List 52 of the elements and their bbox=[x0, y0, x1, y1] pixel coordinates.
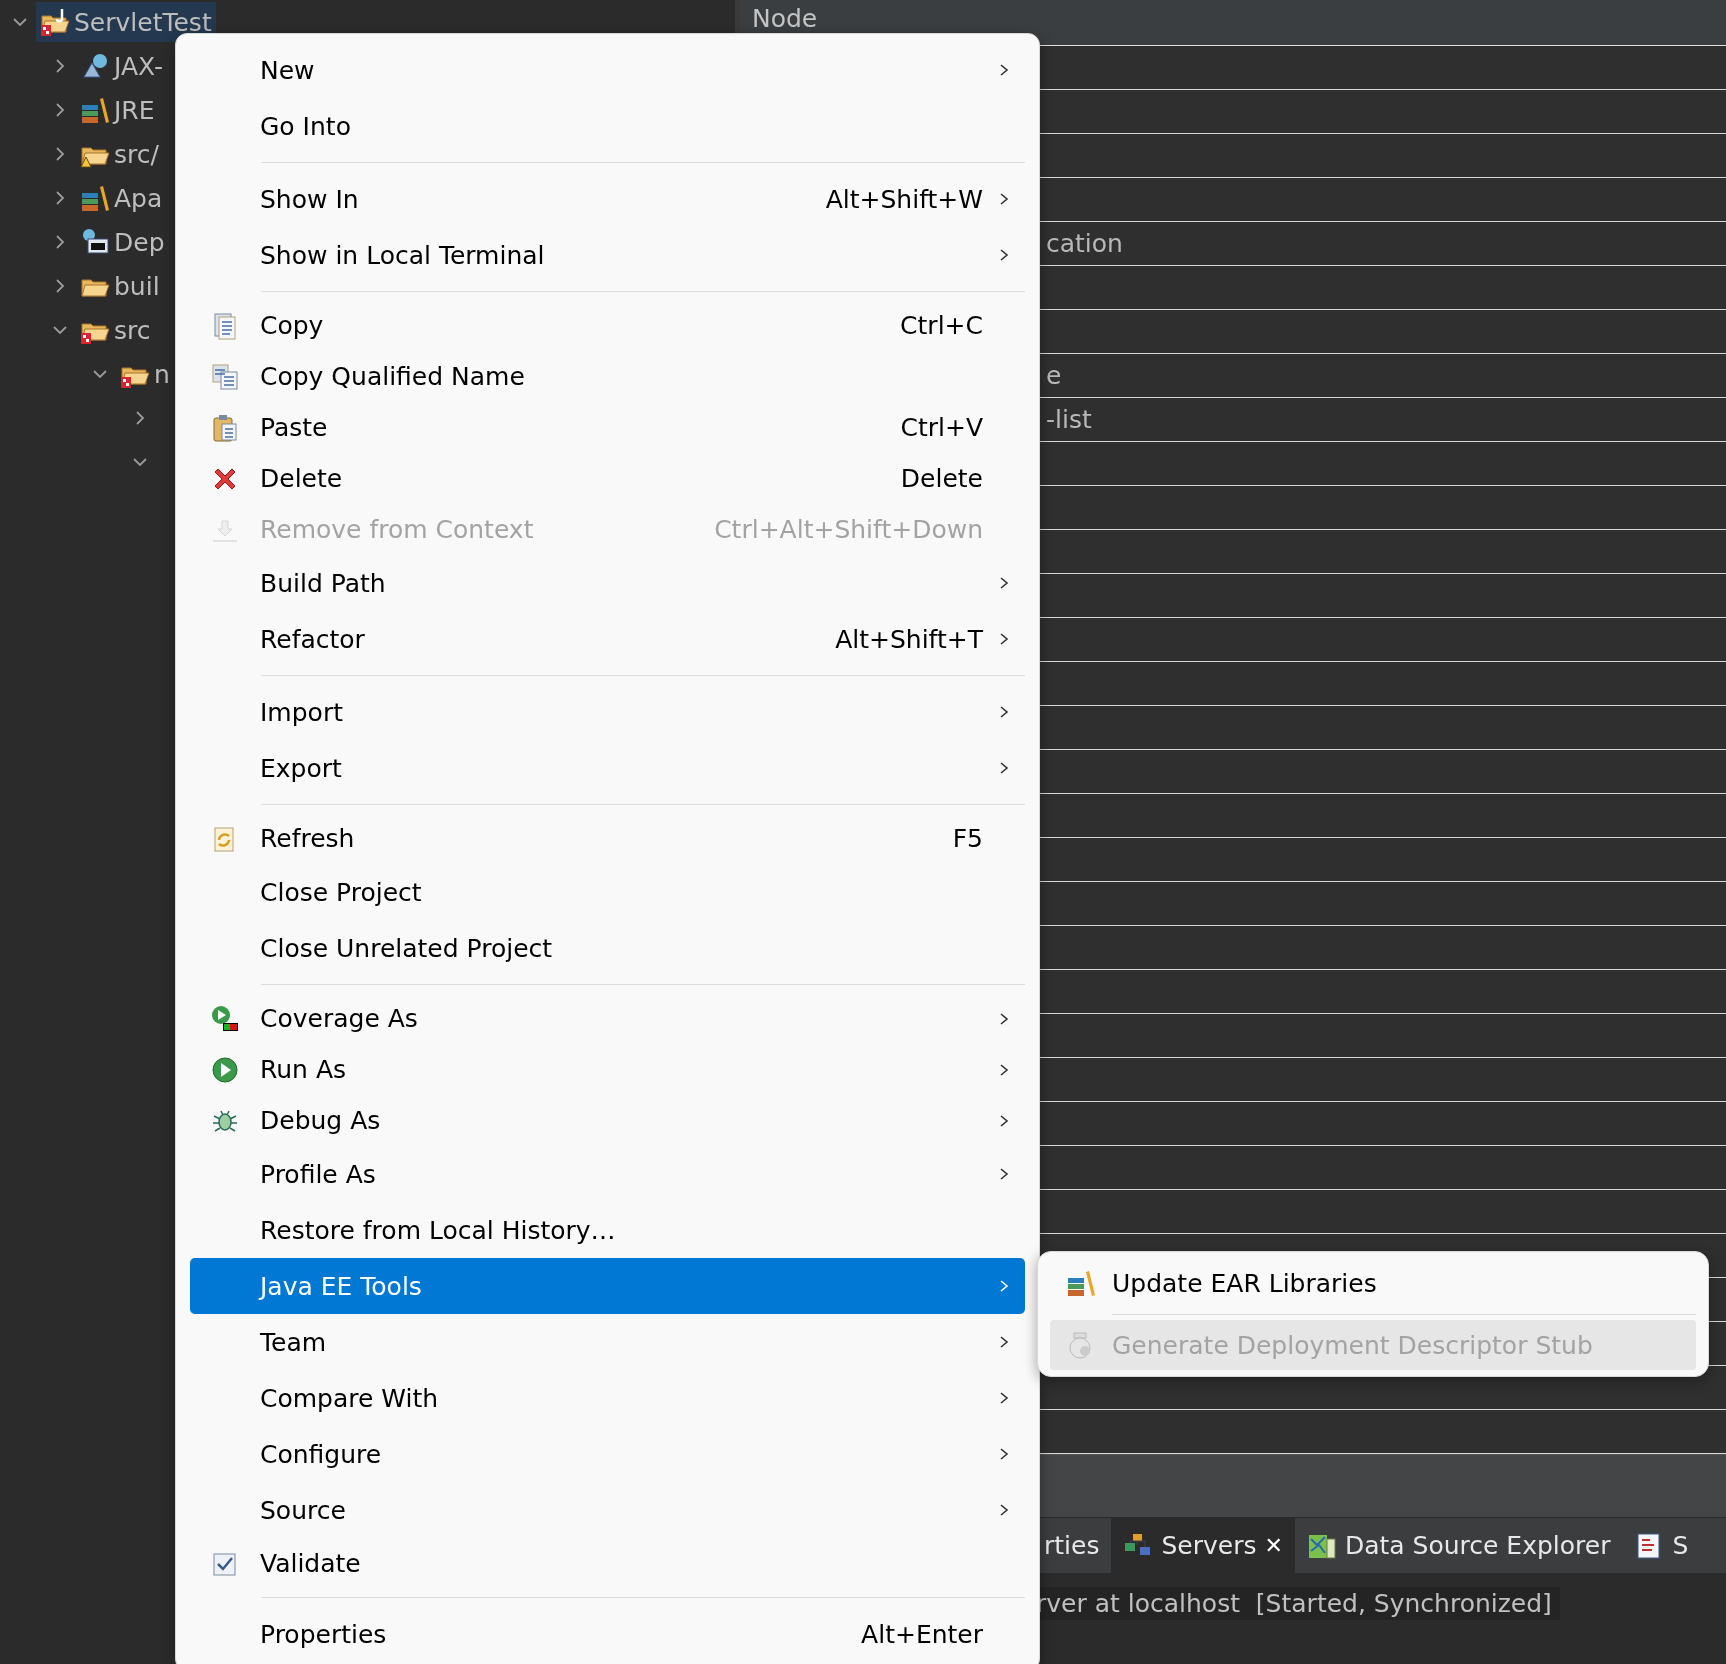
menu-item[interactable]: Copy Qualified Name bbox=[190, 351, 1025, 402]
tree-item[interactable]: ServletTest bbox=[36, 2, 216, 42]
menu-item[interactable]: Close Unrelated Project bbox=[190, 920, 1025, 976]
menu-item[interactable]: Close Project bbox=[190, 864, 1025, 920]
node-text: e bbox=[1046, 361, 1062, 390]
menu-item[interactable]: Show In Alt+Shift+W bbox=[190, 171, 1025, 227]
tree-item[interactable]: Dep bbox=[76, 222, 169, 262]
menu-item[interactable]: Configure bbox=[190, 1426, 1025, 1482]
close-icon[interactable]: ✕ bbox=[1264, 1533, 1283, 1558]
tree-item[interactable]: src/ bbox=[76, 134, 163, 174]
library-icon bbox=[1066, 1268, 1096, 1298]
menu-item[interactable]: Show in Local Terminal bbox=[190, 227, 1025, 283]
menu-item[interactable]: Debug As bbox=[190, 1095, 1025, 1146]
view-tab[interactable]: S bbox=[1622, 1518, 1701, 1573]
menu-item[interactable]: Coverage As bbox=[190, 993, 1025, 1044]
tree-item[interactable]: Apa bbox=[76, 178, 167, 218]
library-icon bbox=[80, 183, 110, 213]
menu-item[interactable]: Profile As bbox=[190, 1146, 1025, 1202]
menu-item[interactable]: Refresh F5 bbox=[190, 813, 1025, 864]
node-text: -list bbox=[1046, 405, 1092, 434]
node-text: cation bbox=[1046, 229, 1123, 258]
menu-item[interactable]: Java EE Tools bbox=[190, 1258, 1025, 1314]
menu-item[interactable]: Delete Delete bbox=[190, 453, 1025, 504]
view-tab[interactable]: Data Source Explorer bbox=[1294, 1518, 1623, 1573]
copy-icon bbox=[210, 361, 240, 392]
tree-item[interactable]: buil bbox=[76, 266, 164, 306]
clipboard-icon bbox=[210, 412, 240, 443]
menu-item[interactable]: Source bbox=[190, 1482, 1025, 1538]
menu-item[interactable]: Import bbox=[190, 684, 1025, 740]
tree-item[interactable]: src bbox=[76, 310, 155, 350]
menu-item[interactable]: Refactor Alt+Shift+T bbox=[190, 611, 1025, 667]
menu-item[interactable]: Compare With bbox=[190, 1370, 1025, 1426]
menu-item[interactable]: Properties Alt+Enter bbox=[190, 1606, 1025, 1662]
menu-item[interactable]: Go Into bbox=[190, 98, 1025, 154]
view-tab[interactable]: Servers ✕ bbox=[1111, 1518, 1295, 1573]
coverage-icon bbox=[210, 1003, 240, 1034]
menu-item[interactable]: Build Path bbox=[190, 555, 1025, 611]
column-header: Node bbox=[740, 0, 1726, 46]
library-icon bbox=[80, 95, 110, 125]
menu-item[interactable]: Export bbox=[190, 740, 1025, 796]
menu-item[interactable]: Copy Ctrl+C bbox=[190, 300, 1025, 351]
tree-item[interactable]: JAX- bbox=[76, 46, 167, 86]
play-icon bbox=[210, 1054, 240, 1085]
menu-item[interactable]: Run As bbox=[190, 1044, 1025, 1095]
tree-item[interactable]: n bbox=[116, 354, 174, 394]
tree-item[interactable]: JRE bbox=[76, 90, 159, 130]
menu-item[interactable]: Update EAR Libraries bbox=[1050, 1258, 1696, 1308]
menu-item[interactable]: Team bbox=[190, 1314, 1025, 1370]
project-folder-icon bbox=[40, 7, 70, 37]
menu-item[interactable]: Paste Ctrl+V bbox=[190, 402, 1025, 453]
menu-item[interactable]: Validate bbox=[190, 1538, 1025, 1589]
menu-item[interactable]: Restore from Local History… bbox=[190, 1202, 1025, 1258]
